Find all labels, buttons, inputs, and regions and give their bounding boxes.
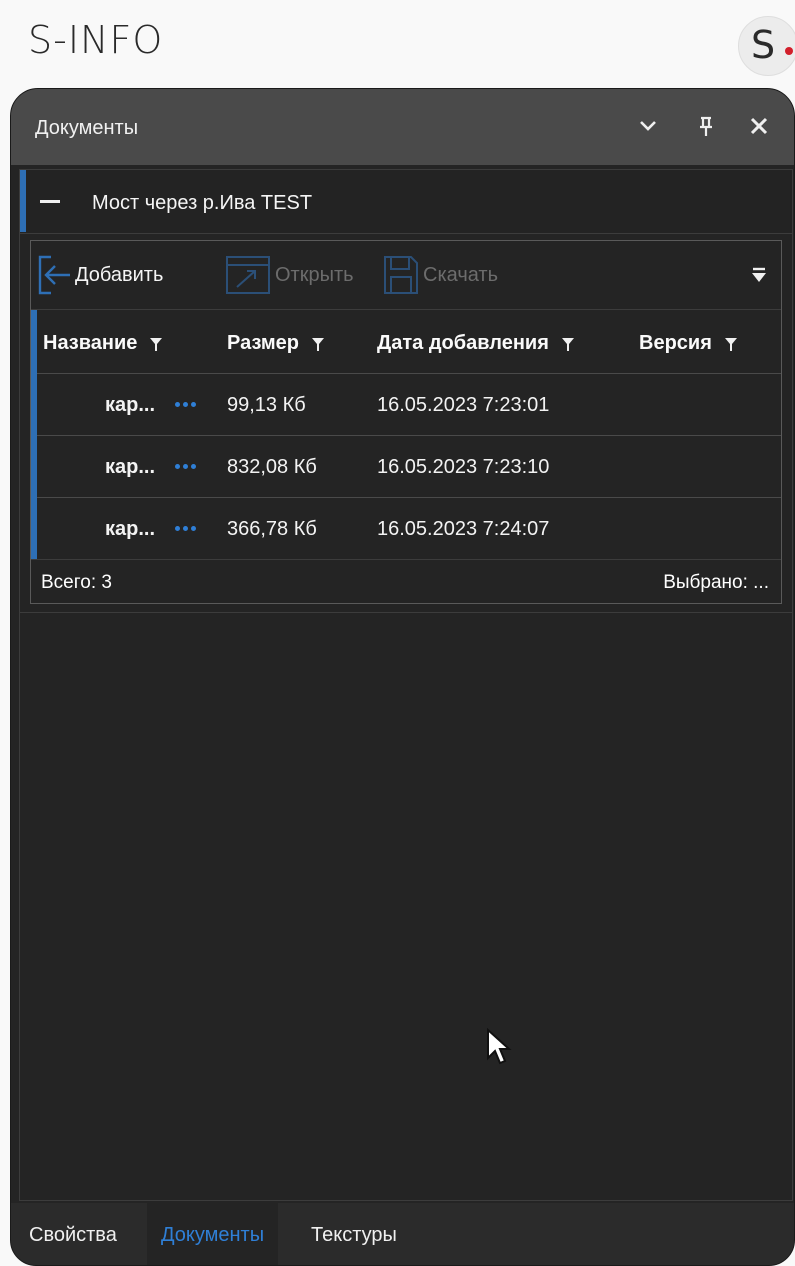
tab-properties[interactable]: Свойства <box>15 1203 131 1265</box>
chevron-down-icon <box>640 121 656 131</box>
table-header: Название Размер Дата добавления Версия <box>37 310 781 374</box>
table-row[interactable]: кар... 99,13 Кб 16.05.2023 7:23:01 <box>37 374 781 436</box>
add-label: Добавить <box>75 263 164 286</box>
column-name[interactable]: Название <box>43 332 163 355</box>
group-accent-bar <box>20 170 26 232</box>
pin-icon <box>700 116 712 136</box>
more-icon[interactable] <box>175 402 196 407</box>
grid-footer: Всего: 3 Выбрано: ... <box>31 559 781 603</box>
grid-toolbar: Добавить Открыть Скачать <box>31 241 781 309</box>
selected-count: Выбрано: ... <box>663 572 769 593</box>
row-date: 16.05.2023 7:23:10 <box>377 456 550 478</box>
mouse-cursor-icon <box>487 1028 512 1065</box>
bottom-tabs: Свойства Документы Текстуры <box>11 1203 794 1265</box>
filter-icon[interactable] <box>149 336 163 352</box>
tab-documents[interactable]: Документы <box>147 1203 279 1265</box>
more-icon[interactable] <box>175 526 196 531</box>
app-logo[interactable]: S <box>738 16 795 76</box>
add-button[interactable]: Добавить <box>37 253 163 297</box>
row-date: 16.05.2023 7:24:07 <box>377 518 550 540</box>
download-label: Скачать <box>423 263 498 286</box>
app-logo-letter: S <box>751 23 776 67</box>
row-name: кар... <box>105 518 156 540</box>
save-icon <box>384 256 418 294</box>
app-title: S-INFO <box>28 18 164 62</box>
table-row[interactable]: кар... 832,08 Кб 16.05.2023 7:23:10 <box>37 436 781 498</box>
divider <box>20 612 792 613</box>
open-icon <box>226 256 270 294</box>
total-count: Всего: 3 <box>41 572 112 593</box>
dropdown-button[interactable] <box>631 109 665 143</box>
window-titlebar[interactable]: Документы <box>11 89 794 165</box>
row-size: 832,08 Кб <box>227 456 317 478</box>
group-header[interactable]: Мост через р.Ива TEST <box>20 170 792 234</box>
logo-dot <box>785 47 793 55</box>
filter-icon[interactable] <box>724 336 738 352</box>
table-row[interactable]: кар... 366,78 Кб 16.05.2023 7:24:07 <box>37 498 781 560</box>
row-name: кар... <box>105 394 156 416</box>
add-document-icon <box>38 255 70 295</box>
pin-button[interactable] <box>689 109 723 143</box>
row-name: кар... <box>105 456 156 478</box>
row-size: 99,13 Кб <box>227 394 306 416</box>
collapse-icon[interactable] <box>38 188 64 214</box>
documents-panel: Мост через р.Ива TEST Добавить Открыть С… <box>19 169 793 1201</box>
documents-grid: Добавить Открыть Скачать Название Размер… <box>30 240 782 604</box>
group-name: Мост через р.Ива TEST <box>92 192 313 214</box>
column-version[interactable]: Версия <box>639 332 738 355</box>
download-button[interactable]: Скачать <box>383 253 498 297</box>
more-icon[interactable] <box>175 464 196 469</box>
filter-icon[interactable] <box>561 336 575 352</box>
row-size: 366,78 Кб <box>227 518 317 540</box>
close-button[interactable] <box>742 109 776 143</box>
close-icon <box>750 117 768 135</box>
dropdown-arrow-icon <box>752 267 766 282</box>
filter-icon[interactable] <box>311 336 325 352</box>
window-title: Документы <box>35 117 139 139</box>
row-date: 16.05.2023 7:23:01 <box>377 394 550 416</box>
column-size[interactable]: Размер <box>227 332 325 355</box>
documents-window: Документы Мост через р.Ива TEST Добавить… <box>10 88 795 1266</box>
open-button[interactable]: Открыть <box>225 253 354 297</box>
tab-textures[interactable]: Текстуры <box>297 1203 411 1265</box>
column-date[interactable]: Дата добавления <box>377 332 575 355</box>
open-label: Открыть <box>275 263 354 286</box>
documents-table: Название Размер Дата добавления Версия к… <box>31 309 781 560</box>
toolbar-menu-button[interactable] <box>749 265 769 285</box>
